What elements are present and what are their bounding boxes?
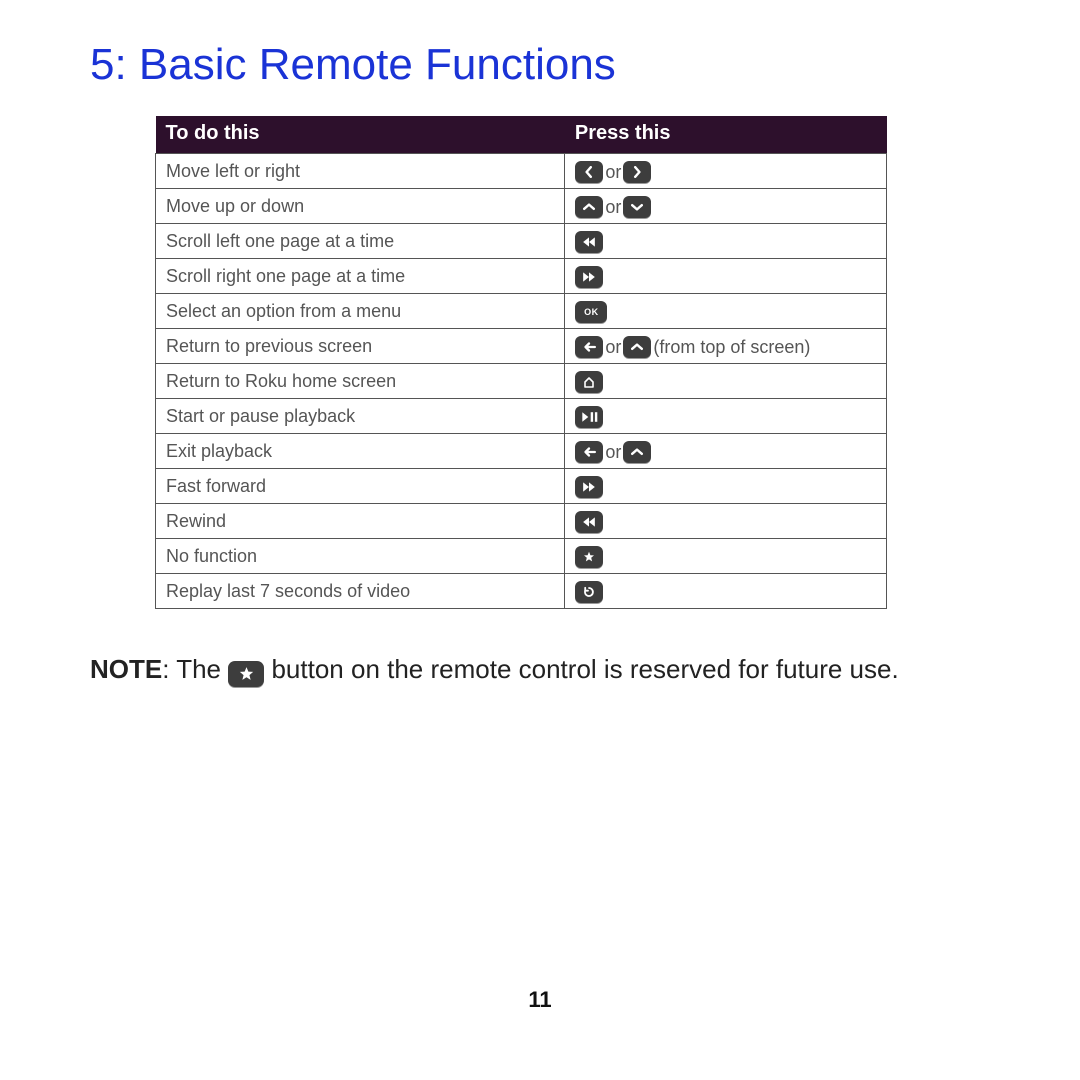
action-cell: Select an option from a menu [156, 294, 565, 329]
action-cell: Replay last 7 seconds of video [156, 574, 565, 609]
action-cell: Move left or right [156, 154, 565, 189]
press-cell [565, 224, 887, 259]
action-cell: Fast forward [156, 469, 565, 504]
press-cell: or (from top of screen) [565, 329, 887, 364]
press-cell [565, 539, 887, 574]
note-text-before: : The [162, 654, 228, 684]
forward-icon [575, 266, 603, 288]
press-cell: or [565, 434, 887, 469]
note-paragraph: NOTE: The button on the remote control i… [90, 651, 990, 687]
press-cell [565, 504, 887, 539]
table-row: Rewind [156, 504, 887, 539]
up-icon [623, 441, 651, 463]
press-cell: or [565, 154, 887, 189]
note-label: NOTE [90, 654, 162, 684]
trailing-text: (from top of screen) [651, 336, 810, 358]
ok-icon: OK [575, 301, 607, 323]
up-icon [623, 336, 651, 358]
rewind-icon [575, 231, 603, 253]
table-row: Return to Roku home screen [156, 364, 887, 399]
note-text-after: button on the remote control is reserved… [264, 654, 898, 684]
table-row: Replay last 7 seconds of video [156, 574, 887, 609]
forward-icon [575, 476, 603, 498]
th-press: Press this [565, 116, 887, 154]
star-icon [228, 661, 264, 687]
replay-icon [575, 581, 603, 603]
separator-text: or [603, 161, 623, 183]
left-icon [575, 161, 603, 183]
action-cell: Exit playback [156, 434, 565, 469]
action-cell: Return to previous screen [156, 329, 565, 364]
separator-text: or [603, 196, 623, 218]
table-row: Fast forward [156, 469, 887, 504]
back-icon [575, 336, 603, 358]
page-number: 11 [90, 987, 990, 1013]
down-icon [623, 196, 651, 218]
action-cell: Scroll right one page at a time [156, 259, 565, 294]
press-cell [565, 469, 887, 504]
press-cell [565, 259, 887, 294]
separator-text: or [603, 336, 623, 358]
table-row: Exit playback or [156, 434, 887, 469]
section-heading: 5: Basic Remote Functions [90, 40, 990, 90]
remote-functions-table: To do this Press this Move left or right… [155, 116, 887, 609]
press-cell [565, 574, 887, 609]
action-cell: No function [156, 539, 565, 574]
press-cell: or [565, 189, 887, 224]
press-cell [565, 364, 887, 399]
action-cell: Scroll left one page at a time [156, 224, 565, 259]
table-row: Move up or down or [156, 189, 887, 224]
action-cell: Return to Roku home screen [156, 364, 565, 399]
back-icon [575, 441, 603, 463]
table-row: Move left or right or [156, 154, 887, 189]
playpause-icon [575, 406, 603, 428]
star-icon [575, 546, 603, 568]
press-cell: OK [565, 294, 887, 329]
table-row: No function [156, 539, 887, 574]
table-row: Scroll left one page at a time [156, 224, 887, 259]
action-cell: Rewind [156, 504, 565, 539]
table-row: Start or pause playback [156, 399, 887, 434]
table-row: Scroll right one page at a time [156, 259, 887, 294]
table-row: Return to previous screen or (from top o… [156, 329, 887, 364]
up-icon [575, 196, 603, 218]
th-action: To do this [156, 116, 565, 154]
action-cell: Start or pause playback [156, 399, 565, 434]
separator-text: or [603, 441, 623, 463]
home-icon [575, 371, 603, 393]
rewind-icon [575, 511, 603, 533]
table-row: Select an option from a menu OK [156, 294, 887, 329]
press-cell [565, 399, 887, 434]
right-icon [623, 161, 651, 183]
action-cell: Move up or down [156, 189, 565, 224]
